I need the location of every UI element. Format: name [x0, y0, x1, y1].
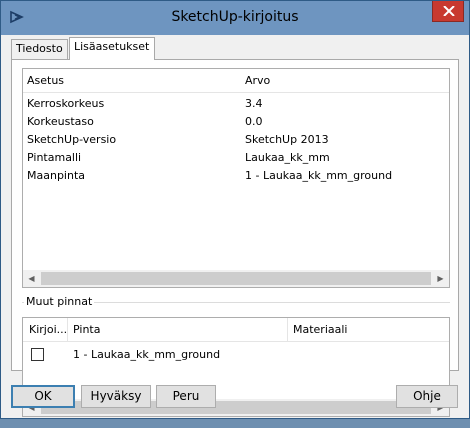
- surface-row[interactable]: 1 - Laukaa_kk_mm_ground: [23, 346, 449, 364]
- tab-file[interactable]: Tiedosto: [11, 39, 68, 59]
- ok-button[interactable]: OK: [11, 385, 75, 408]
- property-row[interactable]: Pintamalli Laukaa_kk_mm: [23, 149, 449, 167]
- column-divider[interactable]: [67, 318, 68, 342]
- column-header-value[interactable]: Arvo: [245, 74, 270, 87]
- property-value: 0.0: [245, 115, 263, 128]
- property-setting: SketchUp-versio: [27, 133, 117, 146]
- window-title: SketchUp-kirjoitus: [171, 9, 299, 25]
- property-row[interactable]: SketchUp-versio SketchUp 2013: [23, 131, 449, 149]
- other-surfaces-group: Muut pinnat Kirjoi... Pinta Materiaali 1…: [22, 295, 450, 428]
- dialog-window: SketchUp-kirjoitus Tiedosto Lisäasetukse…: [0, 0, 470, 419]
- column-header-write[interactable]: Kirjoi...: [29, 323, 67, 336]
- property-setting: Kerroskorkeus: [27, 97, 105, 110]
- close-button[interactable]: [432, 1, 464, 22]
- property-value: Laukaa_kk_mm: [245, 151, 330, 164]
- write-checkbox[interactable]: [31, 348, 44, 361]
- property-setting: Maanpinta: [27, 169, 86, 182]
- properties-header: Asetus Arvo: [23, 69, 449, 93]
- cancel-button[interactable]: Peru: [156, 385, 216, 408]
- close-icon: [443, 6, 455, 16]
- tab-panel-advanced: Asetus Arvo Kerroskorkeus 3.4 Korkeustas…: [11, 59, 459, 417]
- property-setting: Korkeustaso: [27, 115, 94, 128]
- apply-button[interactable]: Hyväksy: [81, 385, 151, 408]
- property-setting: Pintamalli: [27, 151, 82, 164]
- scrollbar-thumb[interactable]: [41, 272, 431, 285]
- arrow-left-icon[interactable]: ◀: [23, 270, 40, 287]
- column-header-surface[interactable]: Pinta: [73, 323, 100, 336]
- tab-advanced[interactable]: Lisäasetukset: [69, 37, 155, 60]
- properties-list[interactable]: Asetus Arvo Kerroskorkeus 3.4 Korkeustas…: [22, 68, 450, 288]
- help-button[interactable]: Ohje: [396, 385, 458, 408]
- column-header-setting[interactable]: Asetus: [27, 74, 64, 87]
- property-row[interactable]: Korkeustaso 0.0: [23, 113, 449, 131]
- surface-name: 1 - Laukaa_kk_mm_ground: [73, 348, 221, 361]
- other-surfaces-title: Muut pinnat: [24, 295, 95, 308]
- title-bar[interactable]: SketchUp-kirjoitus: [1, 1, 469, 35]
- surfaces-header: Kirjoi... Pinta Materiaali: [23, 318, 449, 342]
- arrow-right-icon[interactable]: ▶: [432, 270, 449, 287]
- properties-horizontal-scrollbar[interactable]: ◀ ▶: [23, 270, 449, 287]
- property-row[interactable]: Maanpinta 1 - Laukaa_kk_mm_ground: [23, 167, 449, 185]
- property-row[interactable]: Kerroskorkeus 3.4: [23, 95, 449, 113]
- property-value: 1 - Laukaa_kk_mm_ground: [245, 169, 393, 182]
- property-value: SketchUp 2013: [245, 133, 329, 146]
- column-divider[interactable]: [287, 318, 288, 342]
- property-value: 3.4: [245, 97, 263, 110]
- column-header-material[interactable]: Materiaali: [293, 323, 347, 336]
